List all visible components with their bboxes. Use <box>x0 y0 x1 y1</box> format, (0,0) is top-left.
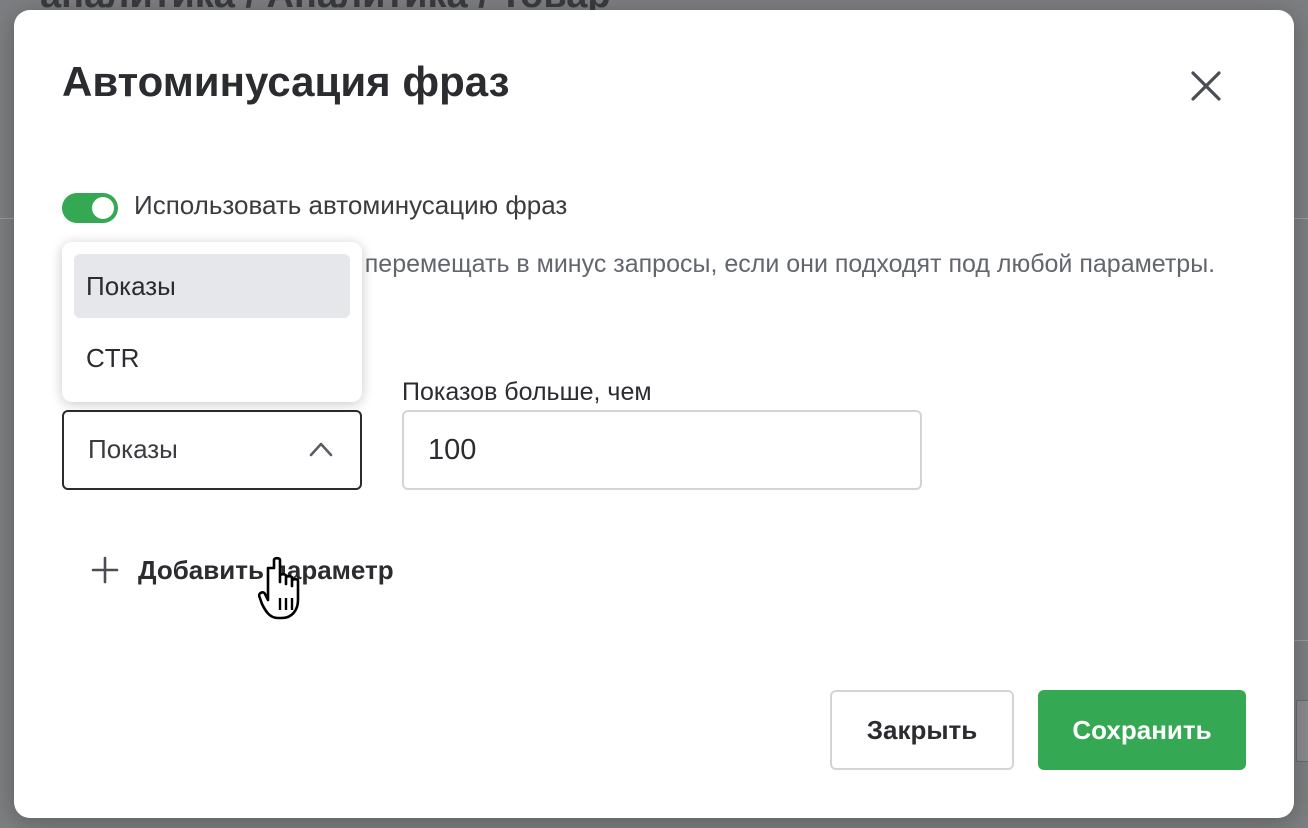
chevron-up-icon <box>309 442 333 457</box>
plus-icon <box>91 556 119 584</box>
close-icon <box>1191 71 1221 101</box>
parameter-dropdown: Показы CTR <box>62 242 362 402</box>
dropdown-option-label: Показы <box>86 271 176 301</box>
autominus-modal: Автоминусация фраз Использовать автомину… <box>14 10 1294 818</box>
dropdown-option-shows[interactable]: Показы <box>74 254 350 318</box>
add-parameter-label: Добавить параметр <box>138 554 394 585</box>
add-parameter-button[interactable]: Добавить параметр <box>90 550 394 590</box>
autominus-toggle[interactable] <box>62 193 118 223</box>
background-divider <box>1294 640 1308 641</box>
close-modal-button[interactable] <box>1182 62 1230 110</box>
background-divider <box>0 218 14 219</box>
threshold-input-field[interactable] <box>428 412 908 488</box>
parameter-select-value: Показы <box>88 434 178 464</box>
background-divider <box>1294 218 1308 219</box>
dropdown-option-label: CTR <box>86 343 140 373</box>
threshold-input[interactable] <box>402 410 922 490</box>
modal-title: Автоминусация фраз <box>62 58 510 105</box>
background-panel <box>1296 700 1308 762</box>
close-button[interactable]: Закрыть <box>830 690 1014 770</box>
threshold-label: Показов больше, чем <box>402 378 652 406</box>
save-button[interactable]: Сохранить <box>1038 690 1246 770</box>
parameter-select[interactable]: Показы <box>62 410 362 490</box>
toggle-label: Использовать автоминусацию фраз <box>134 190 568 220</box>
toggle-knob <box>92 197 114 219</box>
dropdown-option-ctr[interactable]: CTR <box>74 326 350 390</box>
